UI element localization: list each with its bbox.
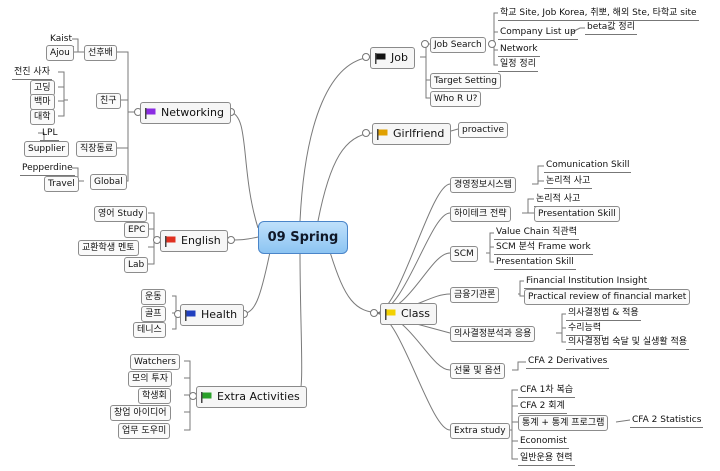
extra-study-item[interactable]: CFA 1차 복습 [518, 383, 576, 398]
class-finance[interactable]: 금융기관론 [450, 287, 500, 303]
class-mis-item[interactable]: 논리적 사고 [544, 174, 593, 189]
beta-summary[interactable]: beta값 정리 [585, 20, 637, 35]
class-decision-item[interactable]: 의사결정법 숙달 및 실생활 적용 [566, 335, 690, 350]
health-item[interactable]: 운동 [141, 289, 166, 305]
topic-label: Health [201, 308, 238, 321]
topic-label: Class [401, 307, 430, 320]
extra-item[interactable]: 학생회 [138, 388, 171, 404]
topic-job[interactable]: Job [370, 47, 415, 69]
extra-study-item[interactable]: 통계 + 통계 프로그램 [518, 415, 609, 431]
topic-girlfriend[interactable]: Girlfriend [372, 123, 452, 145]
extra-item[interactable]: 모의 투자 [128, 371, 172, 387]
networking-item[interactable]: Travel [44, 176, 79, 192]
topic-class[interactable]: Class [380, 303, 437, 325]
purple-flag-icon [145, 107, 157, 119]
networking-global[interactable]: Global [90, 174, 127, 190]
networking-item[interactable]: 전진 사자 [12, 65, 52, 80]
topic-label: English [181, 234, 221, 247]
topic-extra-activities[interactable]: Extra Activities [196, 386, 307, 408]
class-hitech-item[interactable]: 논리적 사고 [534, 192, 583, 207]
connector-lines [38, 12, 631, 460]
topic-label: Extra Activities [217, 390, 300, 403]
topic-health[interactable]: Health [180, 304, 245, 326]
class-futures[interactable]: 선물 및 옵션 [450, 363, 506, 379]
class-decision[interactable]: 의사결정분석과 응용 [450, 326, 536, 342]
class-futures-item[interactable]: CFA 2 Derivatives [526, 354, 610, 369]
target-setting[interactable]: Target Setting [430, 73, 501, 89]
green-flag-icon [201, 391, 213, 403]
topic-label: Networking [161, 106, 224, 119]
collapse-handle[interactable] [488, 40, 496, 48]
networking-seonhubae[interactable]: 선후배 [84, 45, 117, 61]
networking-friends[interactable]: 친구 [96, 93, 121, 109]
extra-item[interactable]: 창업 아이디어 [110, 405, 171, 421]
blue-flag-icon [185, 309, 197, 321]
topic-label: Girlfriend [393, 127, 445, 140]
class-finance-item[interactable]: Practical review of financial market [524, 289, 691, 305]
topic-label: Job [391, 51, 408, 64]
collapse-handle[interactable] [362, 129, 370, 137]
english-item[interactable]: 교환학생 멘토 [78, 240, 139, 256]
company-list[interactable]: Company List up [498, 25, 578, 40]
extra-item[interactable]: Watchers [130, 354, 180, 370]
topic-english[interactable]: English [160, 230, 228, 252]
central-topic[interactable]: 09 Spring [258, 221, 348, 254]
networking-item[interactable]: Ajou [46, 45, 74, 61]
job-search-item[interactable]: 학교 Site, Job Korea, 취뽀, 해외 Ste, 타학교 site [498, 6, 699, 21]
collapse-handle[interactable] [421, 40, 429, 48]
class-hitech-item[interactable]: Presentation Skill [534, 206, 620, 222]
class-scm-item[interactable]: SCM 분석 Frame work [494, 240, 593, 255]
class-decision-item[interactable]: 의사결정법 & 적용 [566, 306, 641, 321]
networking-colleagues[interactable]: 직장동료 [76, 141, 118, 157]
networking-item[interactable]: Supplier [24, 141, 70, 157]
class-mis-item[interactable]: Comunication Skill [544, 158, 632, 173]
cfa-statistics[interactable]: CFA 2 Statistics [630, 413, 704, 428]
extra-item[interactable]: 업무 도우미 [118, 423, 171, 439]
english-item[interactable]: Lab [124, 257, 149, 273]
networking-item[interactable]: Pepperdine [20, 161, 75, 176]
job-search[interactable]: Job Search [430, 37, 486, 53]
who-r-u[interactable]: Who R U? [430, 91, 482, 107]
class-mis[interactable]: 경영정보시스템 [450, 177, 516, 193]
extra-study-item[interactable]: 일반운용 현력 [518, 451, 575, 466]
class-scm-item[interactable]: Presentation Skill [494, 255, 576, 270]
class-decision-item[interactable]: 수리능력 [566, 321, 604, 336]
health-item[interactable]: 골프 [141, 306, 166, 322]
english-item[interactable]: 영어 Study [94, 206, 148, 222]
collapse-handle[interactable] [370, 309, 378, 317]
extra-study-item[interactable]: Economist [518, 434, 569, 449]
class-finance-item[interactable]: Financial Institution Insight [524, 274, 650, 289]
networking-item[interactable]: LPL [40, 126, 60, 141]
schedule-item[interactable]: 일정 정리 [498, 57, 538, 72]
networking-item[interactable]: 대학 [30, 109, 55, 125]
class-extra-study[interactable]: Extra study [450, 423, 510, 439]
network-item[interactable]: Network [498, 42, 540, 57]
topic-networking[interactable]: Networking [140, 102, 231, 124]
black-flag-icon [375, 52, 387, 64]
orange-flag-icon [377, 128, 389, 140]
english-item[interactable]: EPC [124, 222, 150, 238]
proactive[interactable]: proactive [458, 122, 509, 138]
health-item[interactable]: 테니스 [133, 322, 166, 338]
red-flag-icon [165, 235, 177, 247]
networking-item[interactable]: 백마 [30, 94, 55, 110]
class-scm-item[interactable]: Value Chain 직관력 [494, 225, 579, 240]
class-scm[interactable]: SCM [450, 246, 478, 262]
collapse-handle[interactable] [362, 53, 370, 61]
collapse-handle[interactable] [227, 236, 235, 244]
class-hitech[interactable]: 하이테크 전략 [450, 206, 511, 222]
yellow-flag-icon [385, 308, 397, 320]
extra-study-item[interactable]: CFA 2 회계 [518, 399, 567, 414]
